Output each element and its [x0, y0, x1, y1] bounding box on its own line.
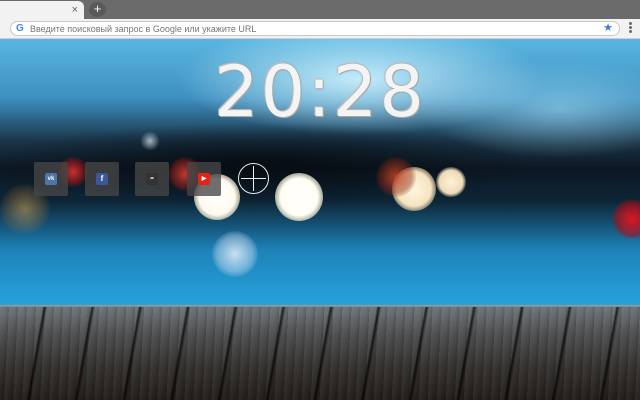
vk-icon: vk: [45, 173, 57, 185]
active-tab[interactable]: ×: [0, 1, 84, 19]
menu-icon[interactable]: [628, 22, 633, 34]
facebook-icon: f: [96, 173, 108, 185]
clock: 20:28: [214, 51, 426, 133]
google-icon: G: [16, 23, 24, 34]
site-icon: ◓: [146, 173, 158, 185]
bokeh-light: [212, 231, 258, 277]
youtube-icon: ▶: [198, 173, 210, 185]
tab-strip: × +: [0, 0, 640, 19]
bokeh-light: [275, 173, 323, 221]
speed-dial-tile-site[interactable]: ◓: [135, 162, 169, 196]
speed-dial-tile-youtube[interactable]: ▶: [187, 162, 221, 196]
bokeh-light: [376, 157, 416, 197]
toolbar: G Введите поисковый запрос в Google или …: [0, 19, 640, 39]
bookmark-star-icon[interactable]: ★: [603, 22, 613, 35]
new-tab-page: 20:28 vk f ◓ ▶: [0, 39, 640, 400]
omnibox-placeholder[interactable]: Введите поисковый запрос в Google или ук…: [30, 23, 256, 35]
close-icon[interactable]: ×: [72, 3, 78, 17]
omnibox[interactable]: G Введите поисковый запрос в Google или …: [10, 21, 620, 36]
new-tab-button[interactable]: +: [89, 2, 106, 17]
bokeh-light: [436, 167, 466, 197]
wooden-table: [0, 307, 640, 400]
bokeh-light: [140, 131, 160, 151]
speed-dial-tile-facebook[interactable]: f: [85, 162, 119, 196]
speed-dial-tile-vk[interactable]: vk: [34, 162, 68, 196]
add-tile-button[interactable]: [238, 163, 269, 194]
